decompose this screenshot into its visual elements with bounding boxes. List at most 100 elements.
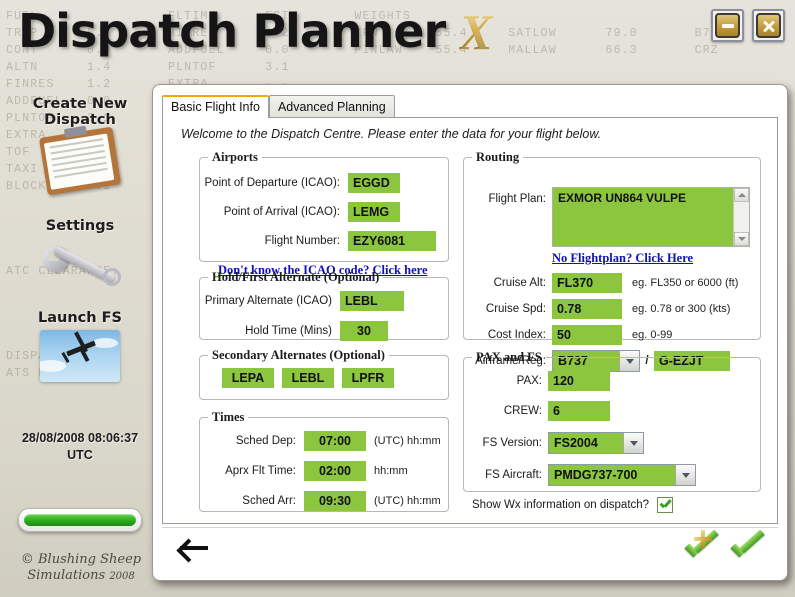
sched-arr-input[interactable] — [304, 491, 366, 511]
sidebar-item-label: Settings — [45, 218, 115, 234]
flt-time-input[interactable] — [304, 461, 366, 481]
flight-number-input[interactable] — [348, 231, 436, 251]
tab-bar: Basic Flight Info Advanced Planning — [162, 95, 395, 118]
secondary-alternates-legend: Secondary Alternates (Optional) — [212, 348, 385, 362]
show-wx-checkbox[interactable] — [657, 497, 674, 513]
flight-plan-textarea-wrapper — [552, 187, 750, 247]
tab-panel-basic-flight-info: Welcome to the Dispatch Centre. Please e… — [162, 117, 778, 524]
times-group: Times Sched Dep: (UTC) hh:mm Aprx Flt Ti… — [199, 410, 449, 512]
crew-label: CREW: — [503, 405, 542, 417]
cruise-spd-hint: eg. 0.78 or 300 (kts) — [632, 303, 731, 315]
pax-input[interactable] — [548, 371, 610, 391]
no-flightplan-link[interactable]: No Flightplan? Click Here — [552, 251, 693, 265]
plus-icon — [694, 530, 712, 548]
check-icon — [730, 529, 765, 560]
wrench-icon — [37, 238, 123, 290]
dialog-footer — [162, 527, 778, 572]
secondary-alternate-input-3[interactable] — [342, 368, 394, 388]
page-title: Dispatch Planner — [18, 4, 446, 58]
fs-version-label: FS Version: — [482, 437, 542, 449]
pax-fs-group: PAX and FS PAX: CREW: FS Version: FS2004… — [463, 350, 761, 513]
copyright-notice: © Blushing Sheep Simulations 2008 — [0, 552, 162, 585]
pax-fs-legend: PAX and FS — [476, 350, 542, 364]
utc-clock: 28/08/2008 08:06:37 UTC — [0, 430, 160, 464]
airports-group: Airports Point of Departure (ICAO): Poin… — [199, 150, 449, 277]
sidebar-item-settings[interactable]: Settings — [0, 218, 160, 290]
save-as-new-dispatch-button[interactable] — [682, 529, 722, 564]
flt-time-label: Aprx Flt Time: — [225, 465, 296, 477]
fs-aircraft-select-value: PMDG737-700 — [554, 468, 638, 482]
clock-timezone: UTC — [67, 448, 93, 462]
hold-time-label: Hold Time (Mins) — [245, 325, 332, 337]
cost-index-input[interactable] — [552, 325, 622, 345]
copyright-line-2: Simulations — [27, 568, 106, 583]
secondary-alternates-group: Secondary Alternates (Optional) — [199, 348, 449, 400]
cruise-spd-label: Cruise Spd: — [485, 303, 546, 315]
close-icon — [756, 13, 781, 38]
copyright-line-1: © Blushing Sheep — [20, 552, 142, 567]
departure-label: Point of Departure (ICAO): — [204, 177, 341, 189]
cruise-alt-hint: eg. FL350 or 6000 (ft) — [632, 277, 739, 289]
times-legend: Times — [212, 410, 245, 424]
tab-advanced-planning[interactable]: Advanced Planning — [268, 95, 395, 118]
routing-group: Routing Flight Plan: No Flightplan? Clic… — [463, 150, 761, 372]
sidebar-item-create-new-dispatch[interactable]: Create New Dispatch — [0, 96, 160, 196]
confirm-button[interactable] — [728, 529, 768, 564]
cruise-alt-input[interactable] — [552, 273, 622, 293]
flight-plan-scrollbar[interactable] — [733, 188, 749, 246]
cruise-alt-label: Cruise Alt: — [493, 277, 546, 289]
cruise-spd-input[interactable] — [552, 299, 622, 319]
clock-datetime: 28/08/2008 08:06:37 — [21, 431, 139, 445]
hold-alternate-legend: Hold/First Alternate (Optional) — [212, 270, 380, 284]
secondary-alternate-input-2[interactable] — [282, 368, 334, 388]
chevron-down-icon[interactable] — [623, 433, 643, 453]
show-wx-label: Show Wx information on dispatch? — [472, 499, 650, 511]
sidebar-item-label: Create New Dispatch — [32, 96, 128, 128]
fs-aircraft-select[interactable]: PMDG737-700 — [548, 464, 696, 486]
chevron-down-icon[interactable] — [675, 465, 695, 485]
cost-index-label: Cost Index: — [487, 329, 546, 341]
progress-fill — [24, 514, 136, 526]
arrival-input[interactable] — [348, 202, 400, 222]
status-progress-bar — [18, 508, 142, 532]
pax-label: PAX: — [516, 375, 542, 387]
fs-version-select[interactable]: FS2004 — [548, 432, 644, 454]
crew-input[interactable] — [548, 401, 610, 421]
secondary-alternate-input-1[interactable] — [222, 368, 274, 388]
arrival-label: Point of Arrival (ICAO): — [223, 206, 340, 218]
primary-alternate-label: Primary Alternate (ICAO) — [204, 295, 332, 307]
sched-dep-label: Sched Dep: — [235, 435, 296, 447]
primary-alternate-input[interactable] — [340, 291, 404, 311]
flight-number-label: Flight Number: — [264, 235, 340, 247]
fs-version-select-value: FS2004 — [554, 436, 598, 450]
hold-time-input[interactable] — [340, 321, 388, 341]
close-button[interactable] — [752, 9, 785, 42]
minimize-button[interactable] — [711, 9, 744, 42]
airports-legend: Airports — [212, 150, 258, 164]
routing-legend: Routing — [476, 150, 520, 164]
cost-index-hint: eg. 0-99 — [632, 329, 673, 341]
fs-aircraft-label: FS Aircraft: — [485, 469, 542, 481]
scroll-up-icon[interactable] — [734, 188, 749, 202]
page-title-suffix: X — [459, 7, 496, 57]
sched-dep-input[interactable] — [304, 431, 366, 451]
departure-input[interactable] — [348, 173, 400, 193]
app-title-group: Dispatch Planner X — [18, 4, 497, 58]
sidebar-item-launch-fs[interactable]: Launch FS — [0, 310, 160, 382]
sidebar: Create New Dispatch Settings Launch FS — [0, 96, 160, 388]
back-button[interactable] — [176, 534, 210, 562]
flight-plan-textarea[interactable] — [553, 188, 733, 246]
sched-arr-label: Sched Arr: — [242, 495, 296, 507]
minimize-icon — [715, 13, 740, 38]
scroll-down-icon[interactable] — [734, 232, 749, 246]
sched-arr-hint: (UTC) hh:mm — [374, 495, 441, 507]
window-controls — [711, 9, 785, 42]
hold-alternate-group: Hold/First Alternate (Optional) Primary … — [199, 270, 449, 341]
sched-dep-hint: (UTC) hh:mm — [374, 435, 441, 447]
copyright-year: 2008 — [109, 571, 135, 582]
tab-basic-flight-info[interactable]: Basic Flight Info — [162, 95, 269, 118]
biplane-icon — [40, 330, 120, 382]
flt-time-hint: hh:mm — [374, 465, 408, 477]
flight-plan-label: Flight Plan: — [488, 193, 546, 205]
sidebar-item-label: Launch FS — [38, 310, 122, 326]
